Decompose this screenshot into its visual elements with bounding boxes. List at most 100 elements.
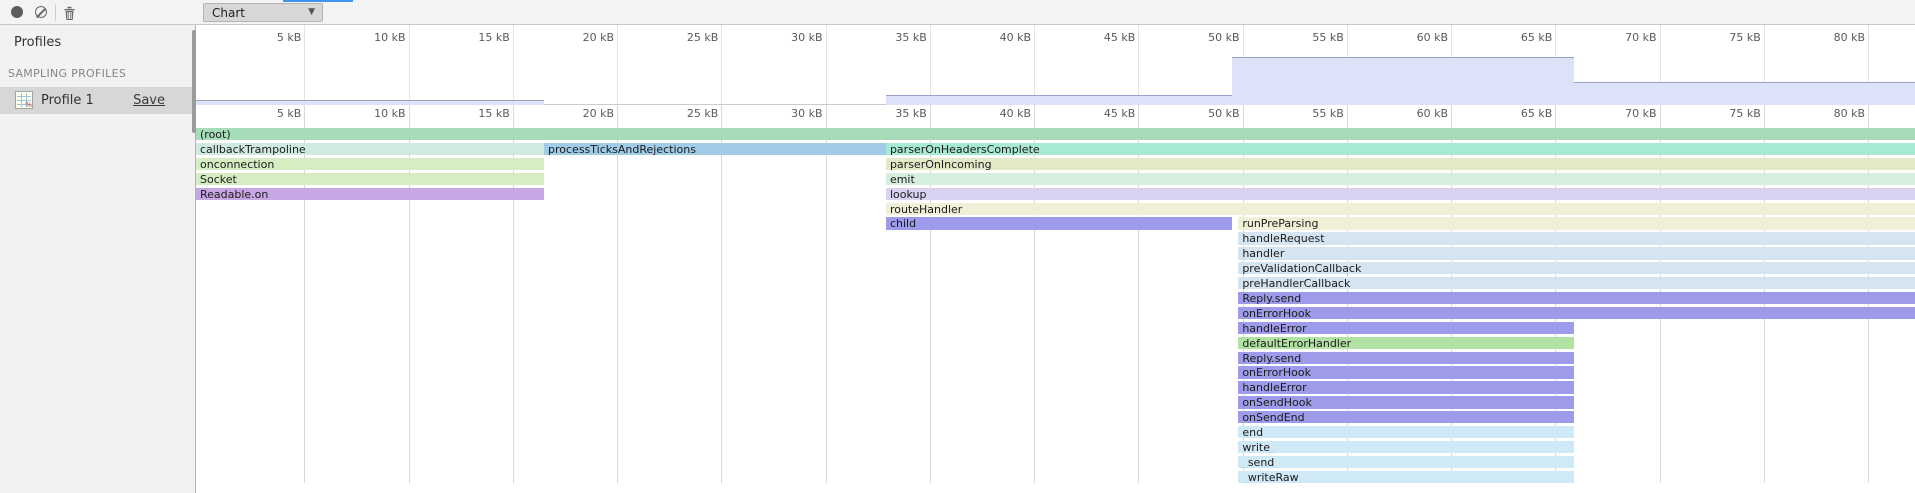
frame-label: callbackTrampoline [196, 144, 306, 155]
flame-tick-label: 70 kB [1597, 107, 1657, 120]
overview-tick-label: 70 kB [1597, 31, 1657, 44]
frame-label: onErrorHook [1238, 367, 1311, 378]
flame-gridline [826, 105, 827, 483]
clear-icon[interactable] [34, 5, 49, 20]
overview-gridline [930, 25, 931, 105]
flame-frame-handler[interactable]: handler [1238, 247, 1915, 259]
flame-frame-onsendhook[interactable]: onSendHook [1238, 396, 1574, 408]
flame-frame-prevalidationcallback[interactable]: preValidationCallback [1238, 262, 1915, 274]
flame-tick-label: 40 kB [971, 107, 1031, 120]
flame-frame-onerrorhook[interactable]: onErrorHook [1238, 366, 1574, 378]
record-icon[interactable] [10, 5, 25, 20]
trash-icon[interactable] [62, 5, 77, 20]
frame-label: parserOnIncoming [886, 159, 992, 170]
flame-frame-routehandler[interactable]: routeHandler [886, 203, 1915, 215]
frame-label: _writeRaw [1238, 472, 1298, 483]
frame-label: runPreParsing [1238, 218, 1318, 229]
overview-tick-label: 20 kB [554, 31, 614, 44]
frame-label: Socket [196, 174, 237, 185]
flame-frame--root-[interactable]: (root) [196, 128, 1915, 140]
frame-label: onconnection [196, 159, 274, 170]
flame-tick-label: 50 kB [1180, 107, 1240, 120]
profile-heap-icon: % [15, 91, 33, 109]
flame-frame-runpreparsing[interactable]: runPreParsing [1238, 217, 1915, 229]
overview-tick-label: 55 kB [1284, 31, 1344, 44]
chart-pane: 5 kB5 kB10 kB10 kB15 kB15 kB20 kB20 kB25… [196, 25, 1915, 493]
flame-frame-handleerror[interactable]: handleError [1238, 381, 1574, 393]
overview-area-step [1232, 57, 1574, 105]
overview-tick-label: 50 kB [1180, 31, 1240, 44]
flame-tick-label: 75 kB [1701, 107, 1761, 120]
view-mode-select[interactable]: Chart ▼ [203, 3, 323, 22]
frame-label: processTicksAndRejections [544, 144, 696, 155]
flame-gridline [617, 105, 618, 483]
frame-label: write_ [1238, 442, 1275, 453]
flame-frame-child[interactable]: child [886, 217, 1232, 229]
sidebar-section-label: SAMPLING PROFILES [8, 67, 126, 80]
overview-gridline [721, 25, 722, 105]
view-mode-value: Chart [212, 6, 245, 20]
frame-label: handleRequest [1238, 233, 1324, 244]
flame-frame-onsendend[interactable]: onSendEnd [1238, 411, 1574, 423]
frame-label: child [886, 218, 916, 229]
overview-tick-label: 40 kB [971, 31, 1031, 44]
overview-tick-label: 35 kB [867, 31, 927, 44]
flame-tick-label: 80 kB [1805, 107, 1865, 120]
overview-tick-label: 45 kB [1075, 31, 1135, 44]
frame-label: lookup [886, 189, 927, 200]
overview-tick-label: 75 kB [1701, 31, 1761, 44]
vertical-scrollbar[interactable] [192, 30, 196, 133]
flame-frame-write-[interactable]: write_ [1238, 441, 1574, 453]
flame-frame-parseronheaderscomplete[interactable]: parserOnHeadersComplete [886, 143, 1915, 155]
flame-frame-end[interactable]: end [1238, 426, 1574, 438]
overview-tick-label: 10 kB [346, 31, 406, 44]
overview-area-step [1574, 82, 1915, 105]
overview-gridline [1034, 25, 1035, 105]
flame-frame--writeraw[interactable]: _writeRaw [1238, 471, 1574, 483]
frame-label: onSendEnd [1238, 412, 1304, 423]
flame-frame-handlerequest[interactable]: handleRequest [1238, 232, 1915, 244]
frame-label: _send [1238, 457, 1274, 468]
overview-tick-label: 65 kB [1492, 31, 1552, 44]
flame-tick-label: 35 kB [867, 107, 927, 120]
flame-frame-readable-on[interactable]: Readable.on [196, 188, 544, 200]
flame-frame--send[interactable]: _send [1238, 456, 1574, 468]
flame-tick-label: 30 kB [763, 107, 823, 120]
overview-tick-label: 25 kB [658, 31, 718, 44]
flame-frame-onconnection[interactable]: onconnection [196, 158, 544, 170]
overview-tick-label: 80 kB [1805, 31, 1865, 44]
sidebar: Profiles SAMPLING PROFILES % Profile 1 S… [0, 25, 196, 493]
flame-tick-label: 25 kB [658, 107, 718, 120]
frame-label: handleError [1238, 382, 1306, 393]
frame-label: onErrorHook [1238, 308, 1311, 319]
flame-frame-lookup[interactable]: lookup [886, 188, 1915, 200]
overview-area-step [196, 100, 544, 105]
flame-gridline [721, 105, 722, 483]
flame-frame-emit[interactable]: emit [886, 173, 1915, 185]
flame-frame-handleerror[interactable]: handleError [1238, 322, 1574, 334]
flame-tick-label: 45 kB [1075, 107, 1135, 120]
flame-frame-reply-send[interactable]: Reply.send [1238, 352, 1574, 364]
toolbar-separator [55, 4, 56, 21]
flame-frame-processticksandrejections[interactable]: processTicksAndRejections [544, 143, 886, 155]
flame-frame-reply-send[interactable]: Reply.send [1238, 292, 1915, 304]
flame-tick-label: 15 kB [450, 107, 510, 120]
flame-tick-label: 55 kB [1284, 107, 1344, 120]
flame-frame-defaulterrorhandler[interactable]: defaultErrorHandler [1238, 337, 1574, 349]
frame-label: handleError [1238, 323, 1306, 334]
sidebar-title: Profiles [14, 35, 61, 50]
flame-frame-onerrorhook[interactable]: onErrorHook [1238, 307, 1915, 319]
flame-tick-label: 10 kB [346, 107, 406, 120]
flame-frame-parseronincoming[interactable]: parserOnIncoming [886, 158, 1915, 170]
save-link[interactable]: Save [133, 93, 165, 108]
flame-frame-callbacktrampoline[interactable]: callbackTrampoline [196, 143, 544, 155]
overview-gridline [409, 25, 410, 105]
flame-frame-prehandlercallback[interactable]: preHandlerCallback [1238, 277, 1915, 289]
frame-label: (root) [196, 129, 231, 140]
sidebar-item-profile-1[interactable]: % Profile 1 Save [0, 87, 195, 114]
flame-frame-socket[interactable]: Socket [196, 173, 544, 185]
active-tab-indicator [283, 0, 353, 2]
frame-label: emit [886, 174, 915, 185]
frame-label: Reply.send [1238, 293, 1301, 304]
flame-tick-label: 65 kB [1492, 107, 1552, 120]
